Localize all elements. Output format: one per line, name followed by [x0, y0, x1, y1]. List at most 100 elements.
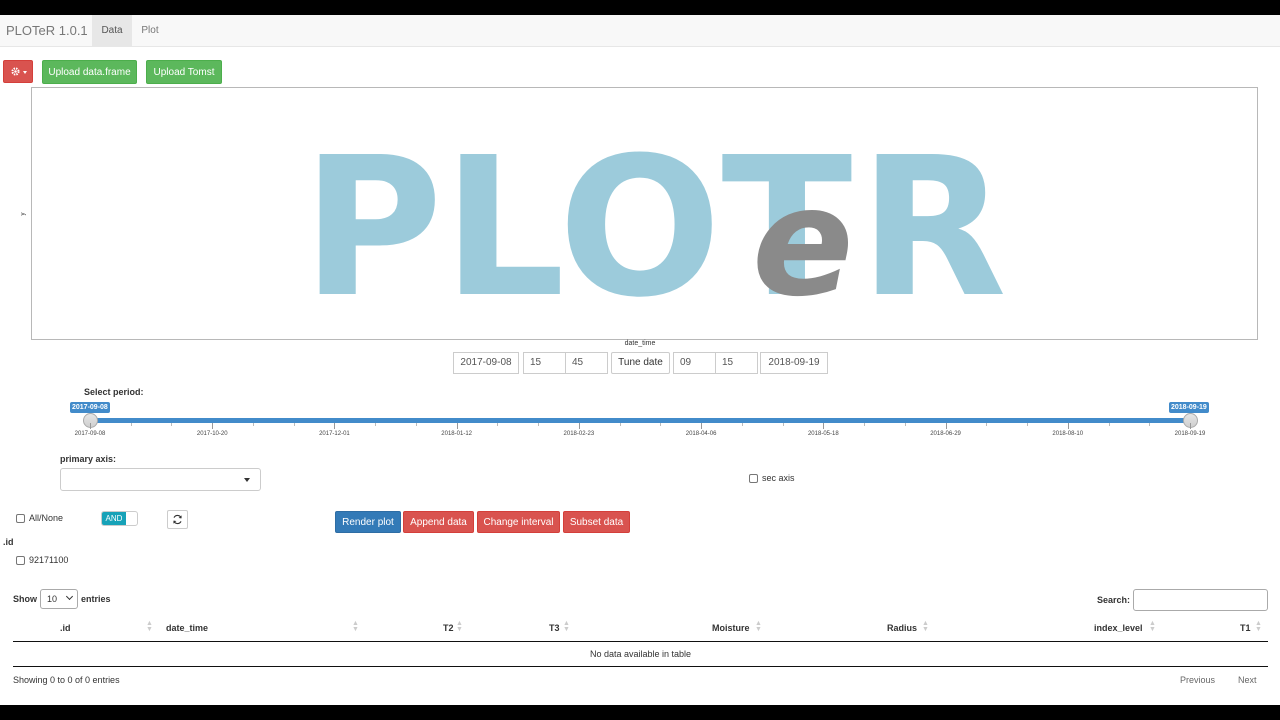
slider-minor-tick	[660, 423, 662, 426]
slider-minor-tick	[782, 423, 784, 426]
slider-major-tick	[334, 423, 336, 429]
column-header-date-time[interactable]: date_time	[166, 623, 208, 633]
slider-tick-label: 2018-05-18	[807, 431, 839, 437]
upload-dataframe-button[interactable]: Upload data.frame	[42, 60, 137, 84]
slider-tick-label: 2018-02-23	[563, 431, 595, 437]
plot-x-axis-label: date_time	[624, 340, 656, 347]
table-footer-divider	[13, 666, 1268, 667]
end-minute-input[interactable]: 15	[715, 352, 758, 374]
slider-tick-label: 2018-01-12	[441, 431, 472, 437]
toggle-on-label: AND	[102, 512, 126, 525]
sort-icon: ▲ ▼	[922, 620, 929, 633]
sec-axis-label: sec axis	[762, 473, 795, 483]
slider-minor-tick	[130, 423, 132, 426]
slider-minor-tick	[1149, 423, 1151, 426]
slider-tick-label: 2017-10-20	[196, 431, 228, 437]
start-minute-input[interactable]: 45	[565, 352, 608, 374]
upload-tomst-button[interactable]: Upload Tomst	[146, 60, 222, 84]
slider-major-tick	[823, 423, 825, 429]
tune-date-button[interactable]: Tune date	[611, 352, 670, 374]
slider-minor-tick	[171, 423, 173, 426]
refresh-icon	[173, 514, 182, 525]
render-plot-button[interactable]: Render plot	[335, 511, 401, 533]
slider-minor-tick	[1108, 423, 1110, 426]
start-hour-input[interactable]: 15	[523, 352, 566, 374]
slider-minor-tick	[375, 423, 377, 426]
column-header-t1[interactable]: T1	[1240, 623, 1251, 633]
settings-dropdown-button[interactable]	[3, 60, 33, 83]
slider-major-tick	[1190, 423, 1191, 429]
slider-tick-label: 2017-12-01	[319, 431, 350, 437]
slider-minor-tick	[986, 423, 988, 426]
end-hour-input[interactable]: 09	[673, 352, 716, 374]
ploter-logo: PLOT e R	[302, 117, 1007, 339]
table-header-divider	[13, 641, 1268, 642]
sort-icon: ▲ ▼	[563, 620, 570, 633]
and-or-toggle[interactable]: AND	[101, 511, 138, 526]
search-label: Search:	[1097, 595, 1131, 605]
subset-data-button[interactable]: Subset data	[563, 511, 630, 533]
column-header-radius[interactable]: Radius	[887, 623, 917, 633]
app-brand[interactable]: PLOTeR 1.0.1	[6, 23, 88, 38]
slider-minor-tick	[1027, 423, 1029, 426]
tab-data[interactable]: Data	[92, 15, 132, 47]
refresh-button[interactable]	[167, 510, 188, 529]
column-header-index-level[interactable]: index_level	[1094, 623, 1143, 633]
slider-minor-tick	[741, 423, 743, 426]
column-header-t2[interactable]: T2	[443, 623, 454, 633]
select-period-label: Select period:	[84, 387, 144, 397]
search-input[interactable]	[1133, 589, 1268, 611]
slider-minor-tick	[497, 423, 499, 426]
logo-text-r: R	[859, 117, 1007, 339]
slider-major-tick	[945, 423, 947, 429]
sort-icon: ▲ ▼	[146, 620, 153, 633]
app-page: PLOTeR 1.0.1 Data Plot Upload data.frame…	[0, 15, 1280, 705]
sort-icon: ▲ ▼	[755, 620, 762, 633]
slider-major-tick	[456, 423, 458, 429]
table-empty-message: No data available in table	[589, 649, 692, 659]
chevron-down-icon	[244, 478, 250, 482]
slider-from-tooltip: 2017-09-08	[70, 402, 110, 413]
column-header-t3[interactable]: T3	[549, 623, 560, 633]
slider-major-tick	[578, 423, 580, 429]
id-checkbox[interactable]	[16, 556, 25, 565]
slider-major-tick	[90, 423, 91, 429]
slider-to-tooltip: 2018-09-19	[1169, 402, 1209, 413]
slider-tick-label: 2018-08-10	[1052, 431, 1084, 437]
period-slider-track[interactable]	[90, 418, 1190, 423]
entries-label: entries	[81, 594, 111, 604]
all-none-checkbox[interactable]	[16, 514, 25, 523]
sec-axis-checkbox[interactable]	[749, 474, 758, 483]
sort-icon: ▲ ▼	[1149, 620, 1156, 633]
column-header-id[interactable]: .id	[60, 623, 71, 633]
end-date-input[interactable]: 2018-09-19	[760, 352, 828, 374]
slider-minor-tick	[904, 423, 906, 426]
sort-icon: ▲ ▼	[456, 620, 463, 633]
change-interval-button[interactable]: Change interval	[477, 511, 560, 533]
id-checkbox-label: 92171100	[29, 555, 69, 565]
tab-plot[interactable]: Plot	[132, 15, 168, 47]
slider-major-tick	[212, 423, 214, 429]
slider-minor-tick	[252, 423, 254, 426]
plot-y-axis-label: y	[20, 212, 27, 216]
pagination-previous[interactable]: Previous	[1180, 675, 1215, 685]
show-label: Show	[13, 594, 37, 604]
slider-major-tick	[1067, 423, 1069, 429]
pagination-next[interactable]: Next	[1238, 675, 1257, 685]
column-header-moisture[interactable]: Moisture	[712, 623, 750, 633]
primary-axis-select[interactable]	[60, 468, 261, 491]
slider-tick-label: 2017-09-08	[74, 431, 106, 437]
page-length-value: 10	[47, 594, 58, 604]
slider-minor-tick	[293, 423, 295, 426]
plot-area[interactable]: PLOT e R	[31, 87, 1258, 340]
navbar: PLOTeR 1.0.1 Data Plot	[0, 15, 1280, 47]
start-date-input[interactable]: 2017-09-08	[453, 352, 519, 374]
slider-tick-label: 2018-09-19	[1174, 431, 1206, 437]
chevron-down-icon	[65, 592, 74, 601]
slider-minor-tick	[864, 423, 866, 426]
slider-minor-tick	[619, 423, 621, 426]
append-data-button[interactable]: Append data	[403, 511, 474, 533]
slider-major-tick	[701, 423, 703, 429]
sort-icon: ▲ ▼	[352, 620, 359, 633]
page-length-select[interactable]: 10	[40, 589, 78, 609]
